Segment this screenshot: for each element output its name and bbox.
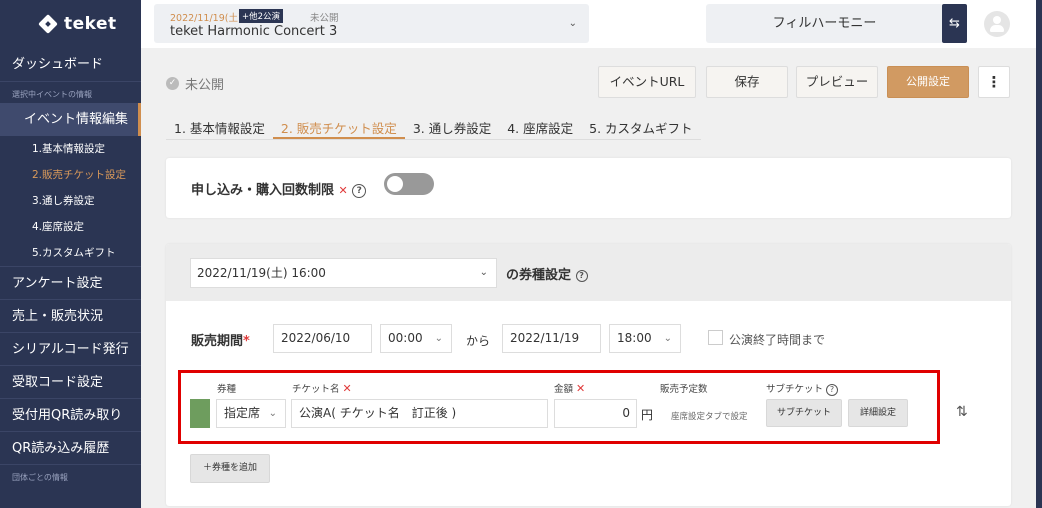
window-edge [1036, 0, 1042, 508]
not-required-icon: ✕ [576, 382, 586, 395]
end-time-select[interactable]: 18:00 ⌄ [609, 324, 681, 353]
col-header-sub: サブチケット ? [766, 381, 839, 396]
col-header-sub-text: サブチケット [766, 384, 824, 395]
tab-gift[interactable]: 5. カスタムギフト [581, 112, 700, 139]
other-shows-badge: +他2公演 [239, 9, 284, 23]
purchase-limit-card: 申し込み・購入回数制限 ✕ ? [166, 158, 1011, 218]
logo-text: teket [64, 14, 117, 34]
publish-status: ✓ 未公開 [166, 74, 224, 93]
sub-ticket-button[interactable]: サブチケット [766, 399, 842, 427]
sidebar-subitem-pass[interactable]: 3.通し券設定 [0, 188, 141, 214]
topbar: 2022/11/19(土) +他2公演 未公開 teket Harmonic C… [141, 0, 1036, 48]
sidebar-item-survey[interactable]: アンケート設定 [0, 266, 141, 299]
event-date: 2022/11/19(土) [170, 13, 242, 24]
required-mark: * [243, 334, 250, 349]
start-date-input[interactable]: 2022/06/10 [273, 324, 372, 353]
start-time-value: 00:00 [388, 331, 423, 345]
chevron-down-icon: ⌄ [479, 267, 488, 278]
sidebar-section-event: 選択中イベントの情報 [0, 81, 141, 103]
ticket-type-header: 2022/11/19(土) 16:00 ⌄ の券種設定 ? [166, 244, 1011, 301]
not-required-icon: ✕ [342, 382, 352, 395]
performance-date-value: 2022/11/19(土) 16:00 [197, 266, 326, 280]
teket-logo-icon [38, 14, 58, 34]
help-icon[interactable]: ? [352, 183, 367, 198]
sort-icon[interactable]: ⇅ [956, 404, 968, 420]
sidebar-item-qr-history[interactable]: QR読み込み履歴 [0, 431, 141, 464]
help-icon[interactable]: ? [575, 269, 588, 282]
sidebar-subitem-gift[interactable]: 5.カスタムギフト [0, 240, 141, 266]
publish-status-text: 未公開 [185, 78, 225, 93]
save-button[interactable]: 保存 [706, 66, 788, 98]
tab-pass[interactable]: 3. 通し券設定 [405, 112, 499, 139]
sidebar-subitem-seats[interactable]: 4.座席設定 [0, 214, 141, 240]
sales-period-text: 販売期間 [191, 334, 244, 349]
price-input[interactable]: 0 [554, 399, 637, 428]
chevron-down-icon: ⌄ [663, 333, 672, 344]
event-url-button[interactable]: イベントURL [598, 66, 696, 98]
chevron-down-icon: ⌄ [568, 18, 577, 29]
col-header-type: 券種 [217, 384, 237, 395]
detail-settings-button[interactable]: 詳細設定 [848, 399, 908, 427]
ticket-type-select[interactable]: 指定席 ⌄ [216, 399, 286, 428]
chevron-down-icon: ⌄ [434, 333, 443, 344]
sidebar-subitem-tickets[interactable]: 2.販売チケット設定 [0, 162, 141, 188]
end-time-value: 18:00 [617, 331, 652, 345]
yen-label: 円 [641, 408, 654, 422]
from-label: から [466, 334, 491, 348]
tab-tickets[interactable]: 2. 販売チケット設定 [272, 112, 405, 139]
swap-organization-button[interactable]: ⇆ [942, 4, 967, 43]
until-end-checkbox[interactable] [708, 330, 723, 345]
purchase-limit-label: 申し込み・購入回数制限 ✕ ? [191, 179, 367, 198]
event-name: teket Harmonic Concert 3 [170, 24, 338, 39]
purchase-limit-toggle[interactable] [384, 173, 434, 195]
tab-seats[interactable]: 4. 座席設定 [499, 112, 581, 139]
sidebar-item-event-edit[interactable]: イベント情報編集 [0, 103, 141, 136]
preview-button[interactable]: プレビュー [796, 66, 878, 98]
col-header-name: チケット名 ✕ [292, 381, 352, 395]
sidebar: teket ダッシュボード 選択中イベントの情報 イベント情報編集 1.基本情報… [0, 0, 141, 508]
col-header-price-text: 金額 [554, 384, 574, 395]
avatar[interactable] [984, 11, 1010, 37]
sales-period-label: 販売期間* [191, 330, 250, 349]
sidebar-subitem-basic[interactable]: 1.基本情報設定 [0, 136, 141, 162]
chevron-down-icon: ⌄ [268, 408, 277, 419]
sidebar-item-receive-code[interactable]: 受取コード設定 [0, 365, 141, 398]
add-ticket-type-button[interactable]: ＋券種を追加 [190, 454, 270, 483]
col-header-price: 金額 ✕ [554, 381, 585, 395]
publish-settings-button[interactable]: 公開設定 [887, 66, 969, 98]
organization-selector[interactable]: フィルハーモニー [706, 4, 943, 43]
sidebar-item-sales[interactable]: 売上・販売状況 [0, 299, 141, 332]
ticket-type-card: 2022/11/19(土) 16:00 ⌄ の券種設定 ? 販売期間* 2022… [166, 244, 1011, 506]
swap-icon: ⇆ [949, 16, 960, 31]
event-selector[interactable]: 2022/11/19(土) +他2公演 未公開 teket Harmonic C… [154, 4, 589, 43]
sidebar-item-qr-reader[interactable]: 受付用QR読み取り [0, 398, 141, 431]
performance-date-select[interactable]: 2022/11/19(土) 16:00 ⌄ [190, 258, 497, 288]
col-header-name-text: チケット名 [292, 384, 340, 395]
tab-basic[interactable]: 1. 基本情報設定 [166, 112, 273, 139]
settings-tabs: 1. 基本情報設定 2. 販売チケット設定 3. 通し券設定 4. 座席設定 5… [166, 112, 701, 140]
ticket-type-title-text: の券種設定 [506, 268, 572, 283]
ticket-color-swatch[interactable] [190, 399, 210, 428]
event-status: 未公開 [310, 13, 339, 24]
purchase-limit-text: 申し込み・購入回数制限 [191, 183, 335, 198]
sidebar-item-dashboard[interactable]: ダッシュボード [0, 48, 141, 81]
sidebar-section-group: 団体ごとの情報 [0, 464, 141, 486]
ticket-name-input[interactable]: 公演A( チケット名 訂正後 ) [291, 399, 548, 428]
col-header-planned: 販売予定数 [660, 384, 708, 395]
sidebar-item-serial[interactable]: シリアルコード発行 [0, 332, 141, 365]
end-date-input[interactable]: 2022/11/19 [502, 324, 601, 353]
planned-count-note: 座席設定タブで設定 [671, 412, 748, 422]
start-time-select[interactable]: 00:00 ⌄ [380, 324, 452, 353]
until-end-label: 公演終了時間まで [729, 333, 826, 347]
not-required-icon: ✕ [338, 184, 348, 197]
help-icon[interactable]: ? [826, 383, 839, 396]
check-icon: ✓ [166, 77, 179, 90]
logo[interactable]: teket [0, 0, 141, 48]
more-options-icon[interactable]: ⋮ [978, 66, 1010, 98]
ticket-type-title: の券種設定 ? [506, 264, 588, 283]
ticket-type-value: 指定席 [224, 406, 261, 420]
